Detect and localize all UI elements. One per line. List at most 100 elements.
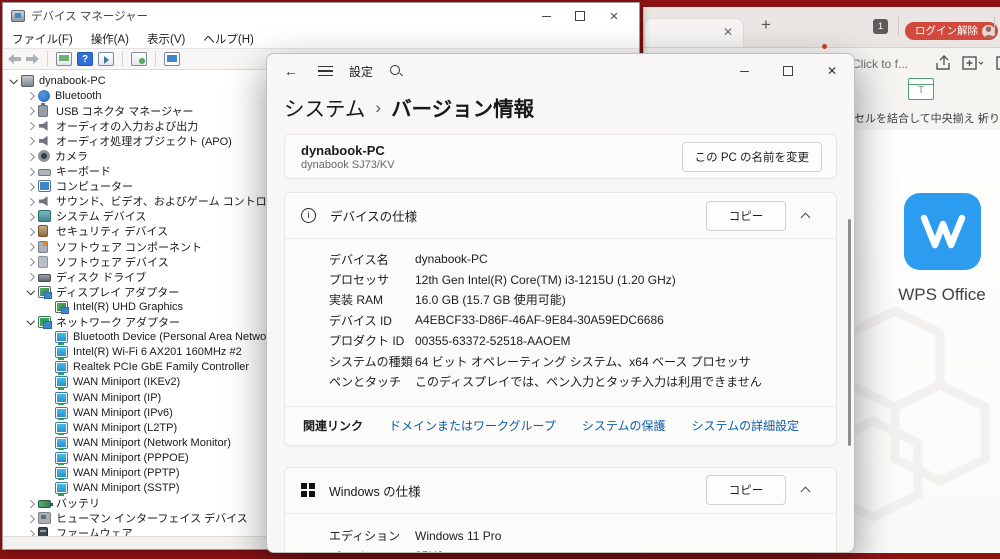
copy-button[interactable]: コピー — [706, 475, 786, 506]
device-label: コンピューター — [56, 181, 133, 194]
wrap-text-button[interactable]: 折り返し — [978, 110, 1000, 126]
tree-expander-icon[interactable] — [24, 511, 38, 525]
tree-expander-icon[interactable] — [41, 391, 55, 405]
spec-label: バージョン — [329, 548, 415, 552]
tree-expander-icon[interactable] — [41, 406, 55, 420]
tree-expander-icon[interactable] — [41, 345, 55, 359]
spec-label: 実装 RAM — [329, 293, 384, 308]
tree-expander-icon[interactable] — [24, 134, 38, 148]
related-links-row: 関連リンク ドメインまたはワークグループ システムの保護 システムの詳細設定 — [285, 405, 836, 445]
maximize-button[interactable] — [563, 6, 597, 26]
search-icon[interactable] — [389, 64, 403, 78]
show-console-tree-icon[interactable] — [56, 52, 72, 66]
tree-expander-icon[interactable] — [41, 481, 55, 495]
tree-expander-icon[interactable] — [24, 89, 38, 103]
close-button[interactable]: ✕ — [597, 6, 631, 26]
device-category-icon — [38, 120, 51, 132]
device-category-icon — [38, 225, 48, 238]
tab-close-icon[interactable]: ✕ — [721, 25, 735, 39]
wps-office-app-icon[interactable] — [904, 193, 981, 270]
merge-cells-icon[interactable] — [908, 78, 938, 105]
minimize-button[interactable] — [529, 6, 563, 26]
tree-expander-icon[interactable] — [41, 360, 55, 374]
breadcrumb-system[interactable]: システム — [284, 92, 365, 122]
spec-value: 00355-63372-52518-AAOEM — [415, 333, 571, 348]
device-label: ヒューマン インターフェイス デバイス — [56, 513, 248, 526]
tree-expander-icon[interactable] — [24, 149, 38, 163]
related-link[interactable]: ドメインまたはワークグループ — [389, 417, 556, 434]
clipped-ribbon-icon[interactable] — [996, 54, 1000, 72]
tree-expander-icon[interactable] — [24, 315, 38, 329]
tree-expander-icon[interactable] — [24, 255, 38, 269]
windows-logo-icon — [301, 483, 315, 497]
related-link[interactable]: システムの保護 — [582, 417, 666, 434]
device-category-icon — [38, 512, 51, 525]
menu-item[interactable]: ヘルプ(H) — [203, 31, 253, 47]
action-menu-icon[interactable] — [98, 52, 114, 66]
windows-spec-header[interactable]: Windows の仕様 コピー — [285, 468, 836, 514]
menu-item[interactable]: 操作(A) — [91, 31, 129, 47]
device-category-icon — [38, 150, 50, 163]
device-name: dynabook-PC — [301, 142, 385, 158]
tree-expander-icon[interactable] — [24, 496, 38, 510]
share-icon[interactable] — [934, 54, 952, 72]
device-category-icon — [55, 451, 68, 466]
device-spec-header[interactable]: i デバイスの仕様 コピー — [285, 193, 836, 239]
rename-pc-button[interactable]: この PC の名前を変更 — [681, 141, 822, 172]
device-label: WAN Miniport (SSTP) — [73, 482, 180, 495]
device-label: キーボード — [56, 166, 111, 179]
tree-expander-icon[interactable] — [24, 119, 38, 133]
tree-expander-icon[interactable] — [41, 330, 55, 344]
tree-expander-icon[interactable] — [24, 209, 38, 223]
scan-hardware-changes-icon[interactable] — [131, 52, 147, 66]
new-tab-button[interactable]: + — [756, 15, 776, 35]
device-label: dynabook-PC — [39, 74, 106, 87]
close-button[interactable]: ✕ — [810, 54, 854, 88]
device-label: オーディオ処理オブジェクト (APO) — [56, 135, 232, 148]
device-label: セキュリティ デバイス — [56, 226, 169, 239]
tree-expander-icon[interactable] — [24, 179, 38, 193]
tree-expander-icon[interactable] — [24, 224, 38, 238]
tree-expander-icon[interactable] — [41, 436, 55, 450]
back-arrow-icon[interactable]: ← — [284, 63, 302, 79]
tab-count-badge[interactable]: 1 — [873, 19, 888, 34]
tree-expander-icon[interactable] — [41, 300, 55, 314]
spec-value: 25H2 — [415, 549, 444, 552]
window-title: デバイス マネージャー — [31, 11, 149, 23]
tree-expander-icon[interactable] — [24, 194, 38, 208]
menu-item[interactable]: 表示(V) — [147, 31, 185, 47]
tree-expander-icon[interactable] — [24, 164, 38, 178]
tree-expander-icon[interactable] — [24, 285, 38, 299]
collapse-chevron-icon[interactable] — [794, 203, 820, 229]
tree-expander-icon[interactable] — [24, 240, 38, 254]
wps-active-tab[interactable]: ✕ — [644, 18, 744, 47]
formula-hint-text[interactable]: Click to f... — [852, 57, 908, 71]
device-category-icon — [38, 273, 51, 282]
merge-center-button[interactable]: セルを結合して中央揃え — [854, 110, 985, 126]
device-properties-icon[interactable] — [164, 52, 180, 66]
related-link[interactable]: システムの詳細設定 — [691, 417, 799, 434]
help-icon[interactable]: ? — [77, 52, 93, 66]
collapse-chevron-icon[interactable] — [794, 477, 820, 503]
back-icon[interactable] — [8, 54, 21, 64]
device-label: WAN Miniport (IKEv2) — [73, 376, 181, 389]
copy-button[interactable]: コピー — [706, 200, 786, 231]
logout-button[interactable]: ログイン解除 — [905, 22, 998, 40]
toolbar-divider — [155, 51, 156, 67]
tree-expander-icon[interactable] — [24, 104, 38, 118]
tree-expander-icon[interactable] — [24, 270, 38, 284]
tree-expander-icon[interactable] — [41, 421, 55, 435]
tree-expander-icon[interactable] — [7, 74, 21, 88]
spec-row: エディション Windows 11 Pro — [329, 526, 836, 546]
tree-expander-icon[interactable] — [41, 466, 55, 480]
new-window-icon[interactable] — [962, 54, 984, 72]
minimize-button[interactable] — [722, 54, 766, 88]
maximize-button[interactable] — [766, 54, 810, 88]
tree-expander-icon[interactable] — [41, 451, 55, 465]
menu-item[interactable]: ファイル(F) — [12, 31, 73, 47]
toolbar-separator — [898, 17, 899, 36]
tree-expander-icon[interactable] — [41, 375, 55, 389]
forward-icon[interactable] — [26, 54, 39, 64]
hamburger-menu-icon[interactable] — [318, 65, 333, 77]
scrollbar-thumb[interactable] — [848, 219, 851, 446]
